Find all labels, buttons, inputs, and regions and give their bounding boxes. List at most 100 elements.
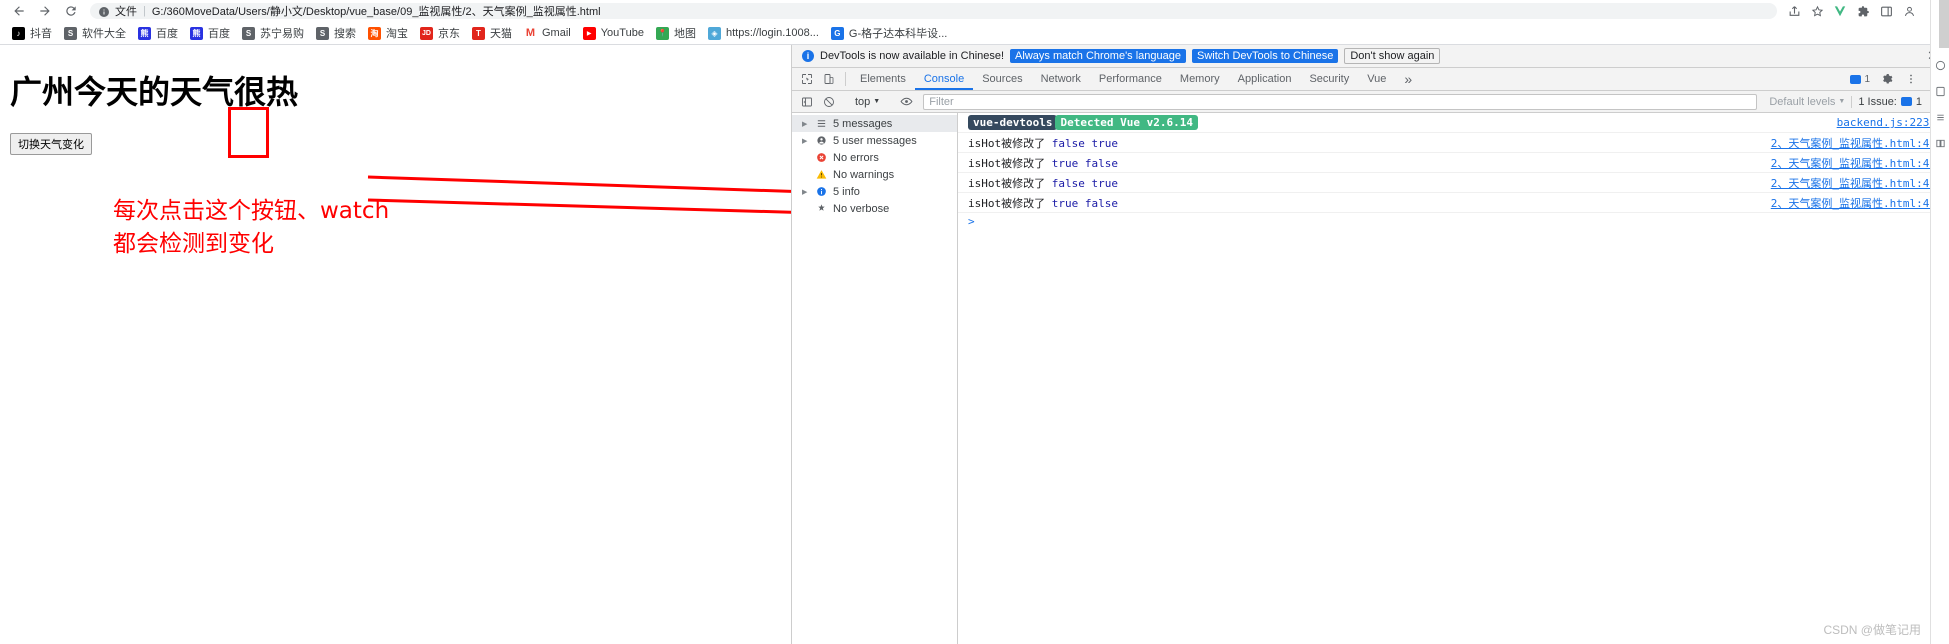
sidebar-item-user-messages[interactable]: ▶ 5 user messages [792,132,957,149]
reload-icon[interactable] [58,0,84,22]
sidebar-item-label: No errors [833,151,879,164]
log-levels-dropdown[interactable]: Default levels ▼ [1763,96,1851,108]
bookmark-item[interactable]: 📍 地图 [650,23,702,43]
issues-badge[interactable]: 1 Issue: 1 [1851,95,1928,108]
device-toolbar-icon[interactable] [818,68,840,90]
chevron-right-icon[interactable]: ▶ [802,137,810,145]
clear-console-icon[interactable] [818,96,840,108]
baidu-icon: 熊 [190,26,203,40]
sidebar-rail [1930,0,1949,644]
rail-icon-book[interactable] [1931,130,1949,156]
red-annotation-text: 每次点击这个按钮、watch 都会检测到变化 [113,195,389,261]
url-text[interactable]: G:/360MoveData/Users/静小文/Desktop/vue_bas… [152,3,601,19]
sidebar-item-label: No warnings [833,168,895,181]
message-count: 1 [1864,73,1870,85]
console-row-log[interactable]: isHot被修改了 false true 2、天气案例_监视属性.html:42 [958,173,1949,193]
sidebar-item-errors[interactable]: ▶ No errors [792,149,957,166]
puzzle-extension-icon[interactable] [1852,1,1874,21]
bookmark-item[interactable]: 淘淘宝 [362,23,414,43]
console-row-log[interactable]: isHot被修改了 false true 2、天气案例_监视属性.html:42 [958,133,1949,153]
tab-application[interactable]: Application [1229,68,1301,90]
sidebar-item-info[interactable]: ▶ 5 info [792,183,957,200]
console-source-link[interactable]: 2、天气案例_监视属性.html:42 [1771,195,1949,211]
log-message: isHot被修改了 false true [968,175,1771,191]
log-value-old: false [1051,136,1085,150]
chevron-down-icon: ▼ [873,98,881,105]
tab-memory[interactable]: Memory [1171,68,1229,90]
tab-overflow-chevron[interactable]: » [1395,68,1421,90]
log-label: isHot被修改了 [968,136,1046,150]
console-sidebar-icon[interactable] [796,96,818,108]
bookmark-label: G-格子达本科毕设... [848,28,948,40]
v-extension-icon[interactable] [1829,1,1851,21]
highlight-box-annotation [228,107,269,158]
back-arrow-icon[interactable] [6,0,32,22]
dont-show-again-button[interactable]: Don't show again [1344,48,1441,64]
bookmark-item[interactable]: 熊百度 [132,23,184,43]
bookmark-item[interactable]: 熊百度 [184,23,236,43]
info-circle-icon[interactable] [98,5,110,17]
chevron-right-icon[interactable]: ▶ [802,188,810,196]
console-source-link[interactable]: 2、天气案例_监视属性.html:42 [1771,175,1949,191]
console-prompt[interactable]: > [958,213,1949,230]
devtools-panel: i DevTools is now available in Chinese! … [791,45,1949,644]
douyin-icon: ♪ [12,26,25,40]
console-source-link[interactable]: 2、天气案例_监视属性.html:42 [1771,155,1949,171]
annotation-line-1: 每次点击这个按钮、watch [113,198,390,224]
console-log-list[interactable]: vue-devtools Detected Vue v2.6.14 backend… [958,113,1949,644]
bookmark-item[interactable]: S 苏宁易购 [236,23,310,43]
profile-avatar-icon[interactable] [1898,1,1920,21]
gezida-icon: G [830,26,844,40]
tab-performance[interactable]: Performance [1090,68,1171,90]
star-icon[interactable] [1806,1,1828,21]
sidebar-item-messages[interactable]: ▶ 5 messages [792,115,957,132]
sidebar-item-warnings[interactable]: ▶ No warnings [792,166,957,183]
live-expression-eye-icon[interactable] [895,95,917,108]
log-label: isHot被修改了 [968,176,1046,190]
always-match-language-button[interactable]: Always match Chrome's language [1010,49,1187,63]
gear-icon[interactable] [1876,73,1898,85]
tab-vue[interactable]: Vue [1358,68,1395,90]
sidebar-item-verbose[interactable]: ▶ No verbose [792,200,957,217]
bookmark-label: YouTube [600,27,644,39]
console-row-vue-banner[interactable]: vue-devtools Detected Vue v2.6.14 backend… [958,113,1949,133]
address-bar[interactable]: 文件 | G:/360MoveData/Users/静小文/Desktop/vu… [90,3,1777,19]
console-filter-input[interactable]: Filter [923,93,1758,110]
split-screen-icon[interactable] [1875,1,1897,21]
error-icon [815,152,828,163]
more-vertical-icon[interactable] [1900,73,1922,85]
bookmark-item[interactable]: ▶ YouTube [577,23,650,43]
bookmark-item[interactable]: S 软件大全 [58,23,132,43]
share-icon[interactable] [1783,1,1805,21]
forward-arrow-icon[interactable] [32,0,58,22]
execution-context-selector[interactable]: top ▼ [851,96,884,108]
console-source-link[interactable]: 2、天气案例_监视属性.html:42 [1771,135,1949,151]
bookmark-item[interactable]: M Gmail [518,23,577,43]
scrollbar-thumb[interactable] [1939,0,1949,48]
console-row-log[interactable]: isHot被修改了 true false 2、天气案例_监视属性.html:42 [958,193,1949,213]
rail-icon-note[interactable] [1931,78,1949,104]
tab-sources[interactable]: Sources [973,68,1031,90]
bookmark-item[interactable]: T 天猫 [466,23,518,43]
chevron-right-icon[interactable]: ▶ [802,120,810,128]
message-count-badge[interactable]: 1 [1846,74,1874,85]
tab-network[interactable]: Network [1032,68,1090,90]
tab-security[interactable]: Security [1300,68,1358,90]
bookmark-item[interactable]: ◈ https://login.1008... [702,23,825,43]
vue-version-tag: Detected Vue v2.6.14 [1055,115,1198,130]
console-row-log[interactable]: isHot被修改了 true false 2、天气案例_监视属性.html:42 [958,153,1949,173]
rail-icon-list[interactable] [1931,104,1949,130]
toggle-weather-button[interactable]: 切换天气变化 [10,133,92,155]
bookmark-label: 搜索 [334,28,356,40]
user-icon [815,135,828,146]
bookmark-item[interactable]: G G-格子达本科毕设... [825,23,953,43]
bookmark-item[interactable]: JD 京东 [414,23,466,43]
tab-elements[interactable]: Elements [851,68,915,90]
log-value-new: true [1091,136,1119,150]
inspect-element-icon[interactable] [796,68,818,90]
bookmark-item[interactable]: S 搜索 [310,23,362,43]
switch-devtools-language-button[interactable]: Switch DevTools to Chinese [1192,49,1339,63]
rail-icon-top[interactable] [1931,52,1949,78]
tab-console[interactable]: Console [915,68,973,90]
bookmark-item[interactable]: ♪ 抖音 [6,23,58,43]
